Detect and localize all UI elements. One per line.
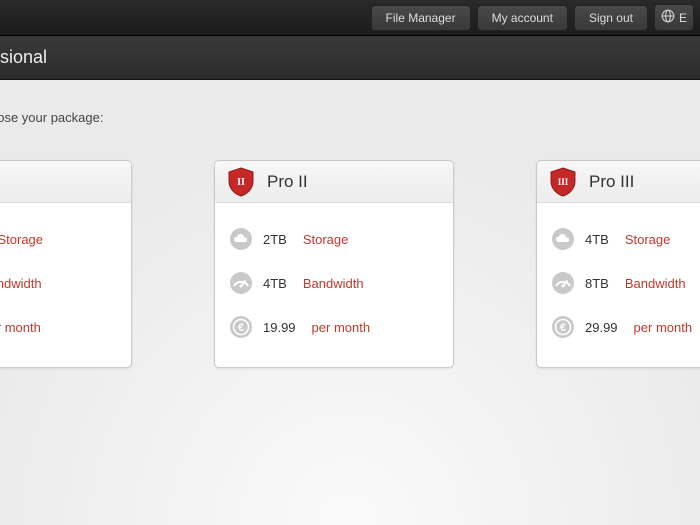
sign-out-button[interactable]: Sign out [574, 5, 648, 31]
price-value: 29.99 [585, 320, 618, 335]
shield-badge-icon: III [549, 167, 577, 197]
packages-row: I Pro I 500GB Storage 1TB Bandwi [0, 160, 700, 368]
storage-value: 4TB [585, 232, 609, 247]
page-title: sional [0, 47, 47, 68]
svg-text:III: III [558, 177, 569, 187]
bandwidth-label: Bandwidth [0, 276, 42, 291]
bandwidth-value: 8TB [585, 276, 609, 291]
file-manager-button[interactable]: File Manager [371, 5, 471, 31]
page-title-bar: sional [0, 36, 700, 80]
bandwidth-value: 4TB [263, 276, 287, 291]
storage-label: Storage [303, 232, 349, 247]
bandwidth-label: Bandwidth [625, 276, 686, 291]
storage-row: 4TB Storage [551, 217, 700, 261]
bandwidth-row: 4TB Bandwidth [229, 261, 439, 305]
storage-label: Storage [0, 232, 43, 247]
package-header: I Pro I [0, 161, 131, 203]
language-label: E [679, 11, 687, 25]
price-row: € 29.99 per month [551, 305, 700, 349]
package-card-pro-2[interactable]: II Pro II 2TB Storage 4TB Bandwi [214, 160, 454, 368]
content-area: oose your package: I Pro I 500GB Storage [0, 80, 700, 525]
price-value: 19.99 [263, 320, 296, 335]
package-card-pro-3[interactable]: III Pro III 4TB Storage 8TB Band [536, 160, 700, 368]
price-label: per month [634, 320, 693, 335]
bandwidth-row: 1TB Bandwidth [0, 261, 117, 305]
storage-row: 2TB Storage [229, 217, 439, 261]
euro-icon: € [551, 315, 575, 339]
package-header: III Pro III [537, 161, 700, 203]
euro-icon: € [229, 315, 253, 339]
bandwidth-label: Bandwidth [303, 276, 364, 291]
package-name: Pro III [589, 172, 634, 192]
storage-label: Storage [625, 232, 671, 247]
package-header: II Pro II [215, 161, 453, 203]
globe-icon [661, 9, 675, 26]
bandwidth-row: 8TB Bandwidth [551, 261, 700, 305]
svg-text:II: II [237, 177, 245, 188]
cloud-icon [229, 227, 253, 251]
gauge-icon [551, 271, 575, 295]
package-name: Pro II [267, 172, 308, 192]
language-selector[interactable]: E [654, 4, 694, 31]
topbar: File Manager My account Sign out E [0, 0, 700, 36]
package-body: 2TB Storage 4TB Bandwidth € 19.99 per mo… [215, 203, 453, 367]
svg-text:€: € [238, 322, 244, 334]
package-body: 500GB Storage 1TB Bandwidth € 9.99 per m… [0, 203, 131, 367]
price-row: € 19.99 per month [229, 305, 439, 349]
price-row: € 9.99 per month [0, 305, 117, 349]
my-account-button[interactable]: My account [477, 5, 568, 31]
cloud-icon [551, 227, 575, 251]
package-body: 4TB Storage 8TB Bandwidth € 29.99 per mo… [537, 203, 700, 367]
storage-row: 500GB Storage [0, 217, 117, 261]
svg-text:€: € [560, 322, 566, 334]
price-label: per month [312, 320, 371, 335]
price-label: per month [0, 320, 41, 335]
storage-value: 2TB [263, 232, 287, 247]
choose-package-label: oose your package: [0, 110, 103, 125]
package-card-pro-1[interactable]: I Pro I 500GB Storage 1TB Bandwi [0, 160, 132, 368]
gauge-icon [229, 271, 253, 295]
shield-badge-icon: II [227, 167, 255, 197]
